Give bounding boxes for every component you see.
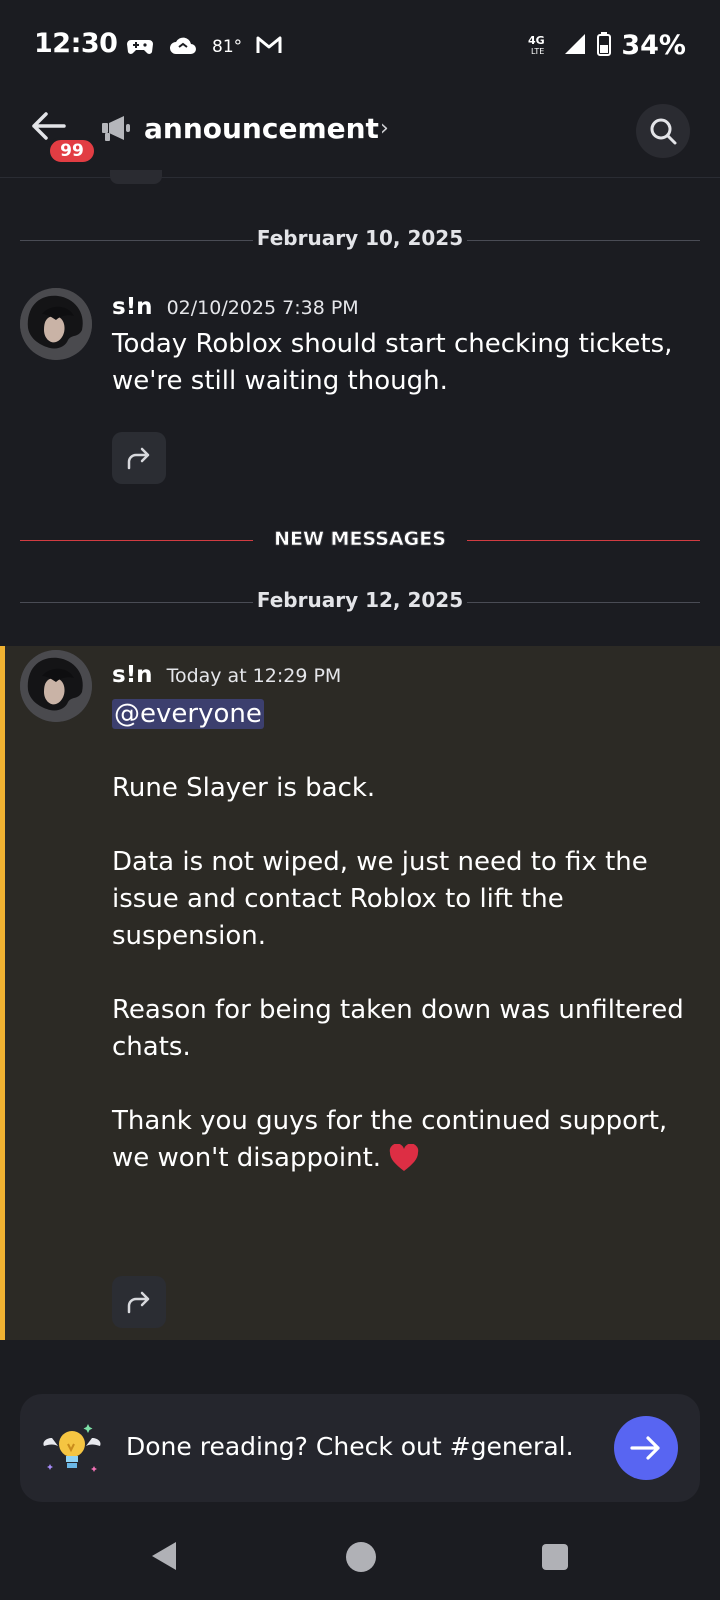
- username[interactable]: s!n: [112, 662, 153, 688]
- channel-chevron-icon[interactable]: ›: [380, 116, 389, 141]
- message-line: we're still waiting though.: [112, 366, 448, 396]
- forward-icon: [127, 447, 150, 470]
- search-icon: [650, 118, 677, 145]
- message-paragraph: Data is not wiped, we just need to fix t…: [112, 847, 648, 951]
- gmail-icon: [256, 35, 282, 59]
- avatar[interactable]: [20, 650, 92, 722]
- message-paragraph: Reason for being taken down was unfilter…: [112, 995, 684, 1062]
- new-messages-label: NEW MESSAGES: [274, 528, 446, 551]
- done-reading-prompt[interactable]: Done reading? Check out #general.: [20, 1394, 700, 1502]
- message-paragraph: Rune Slayer is back.: [112, 773, 376, 803]
- triangle-back-icon: [152, 1542, 176, 1570]
- cloud-icon: [168, 35, 198, 59]
- temperature: 81°: [212, 37, 243, 57]
- date-divider-label: February 12, 2025: [256, 588, 464, 612]
- channel-name[interactable]: announcement: [144, 112, 379, 145]
- timestamp: Today at 12:29 PM: [166, 665, 342, 687]
- prompt-text: Done reading? Check out #general.: [126, 1432, 574, 1461]
- highlighted-message[interactable]: s!n Today at 12:29 PM @everyone Rune Sla…: [0, 646, 720, 1340]
- message-content: Today Roblox should start checking ticke…: [112, 326, 712, 400]
- channel-header: announcement ›: [0, 90, 720, 178]
- message-line: Today Roblox should start checking ticke…: [112, 329, 673, 359]
- battery-icon: [597, 31, 612, 60]
- date-divider: February 10, 2025: [20, 226, 700, 256]
- arrow-right-icon: [630, 1436, 660, 1460]
- forward-button[interactable]: [112, 1276, 166, 1328]
- avatar[interactable]: [20, 288, 92, 360]
- new-messages-divider: NEW MESSAGES: [20, 526, 700, 556]
- timestamp: 02/10/2025 7:38 PM: [166, 297, 359, 319]
- svg-text:4G: 4G: [528, 34, 545, 47]
- lte-icon: 4G LTE: [527, 32, 553, 60]
- go-to-channel-button[interactable]: [614, 1416, 678, 1480]
- heart-icon: [389, 1143, 419, 1183]
- status-time: 12:30: [34, 28, 118, 59]
- date-divider-label: February 10, 2025: [256, 226, 464, 250]
- game-controller-icon: [126, 34, 154, 60]
- megaphone-icon: [100, 114, 132, 144]
- svg-text:LTE: LTE: [531, 47, 544, 56]
- forward-icon: [127, 1291, 150, 1314]
- username[interactable]: s!n: [112, 294, 153, 320]
- previous-message-stub: [110, 170, 162, 184]
- status-bar: 12:30 81° 4G LTE 34%: [0, 0, 720, 90]
- date-divider: February 12, 2025: [20, 588, 700, 618]
- search-button[interactable]: [636, 104, 690, 158]
- lightbulb-icon: [40, 1418, 104, 1482]
- everyone-mention[interactable]: @everyone: [112, 699, 264, 729]
- message-content: @everyone Rune Slayer is back. Data is n…: [112, 696, 712, 1183]
- forward-button[interactable]: [112, 432, 166, 484]
- nav-home-button[interactable]: [346, 1542, 376, 1572]
- system-nav-bar: [0, 1520, 720, 1600]
- nav-recents-button[interactable]: [542, 1544, 568, 1570]
- nav-back-button[interactable]: [150, 1540, 180, 1576]
- unread-badge: 99: [47, 137, 97, 165]
- message[interactable]: s!n 02/10/2025 7:38 PM Today Roblox shou…: [0, 288, 720, 508]
- battery-percent: 34%: [621, 30, 686, 61]
- signal-icon: [563, 32, 587, 60]
